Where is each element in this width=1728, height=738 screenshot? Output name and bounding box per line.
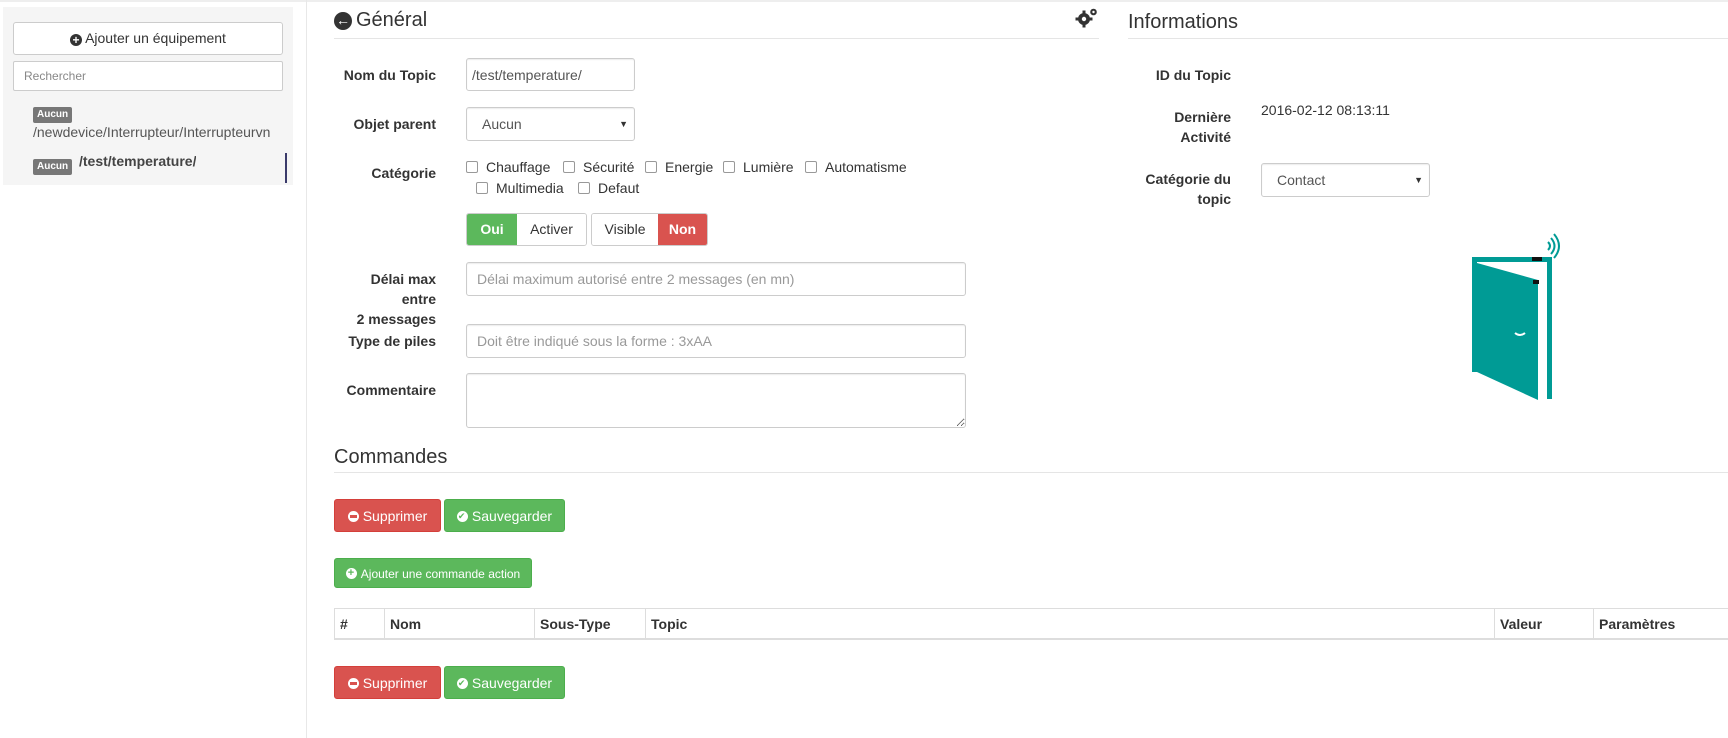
table-header-value: Valeur xyxy=(1494,609,1593,639)
comment-textarea[interactable] xyxy=(466,373,966,428)
commands-table: # Nom Sous-Type Topic Valeur Paramètres xyxy=(334,608,1728,640)
minus-circle-icon xyxy=(347,511,359,522)
table-header-topic: Topic xyxy=(645,609,1494,639)
arrow-circle-left-icon[interactable]: ← xyxy=(334,12,352,30)
check-circle-icon xyxy=(456,676,468,690)
general-title-text: Général xyxy=(356,9,428,31)
top-border xyxy=(0,0,1728,2)
delete-label: Supprimer xyxy=(362,675,428,691)
checkbox-icon[interactable] xyxy=(476,182,488,194)
topic-name-label: Nom du Topic xyxy=(343,67,436,83)
checkbox-icon[interactable] xyxy=(805,161,817,173)
visible-toggle[interactable]: Visible Non xyxy=(591,213,708,246)
equipment-path: /newdevice/Interrupteur/Interrupteurvn xyxy=(33,124,271,140)
category-checkbox-securite[interactable]: Sécurité xyxy=(563,158,634,176)
add-action-command-button[interactable]: Ajouter une commande action xyxy=(334,558,532,588)
visible-no-button[interactable]: Non xyxy=(658,214,707,245)
delete-button[interactable]: Supprimer xyxy=(334,499,441,532)
object-badge: Aucun xyxy=(33,107,73,123)
checkbox-label: Multimedia xyxy=(496,180,564,196)
category-checkbox-automatisme[interactable]: Automatisme xyxy=(805,158,907,176)
table-header-name: Nom xyxy=(384,609,534,639)
category-checkbox-multimedia[interactable]: Multimedia xyxy=(476,179,564,197)
checkbox-label: Lumière xyxy=(743,159,794,175)
max-delay-input[interactable] xyxy=(466,262,966,296)
delete-label: Supprimer xyxy=(362,508,428,524)
checkbox-icon[interactable] xyxy=(563,161,575,173)
chevron-down-icon: ▼ xyxy=(1414,175,1423,185)
last-activity-label-line2: Activité xyxy=(1180,129,1231,145)
checkbox-icon[interactable] xyxy=(723,161,735,173)
equipment-item[interactable]: Aucun /newdevice/Interrupteur/Interrupte… xyxy=(33,104,287,140)
parent-object-select[interactable]: Aucun ▼ xyxy=(466,107,635,141)
parent-object-value: Aucun xyxy=(482,116,522,132)
category-checkbox-energie[interactable]: Energie xyxy=(645,158,713,176)
save-label: Sauvegarder xyxy=(471,508,553,524)
check-circle-icon xyxy=(456,509,468,523)
general-divider xyxy=(334,38,1099,39)
checkbox-icon[interactable] xyxy=(645,161,657,173)
battery-type-input[interactable] xyxy=(466,324,966,358)
last-activity-label-line1: Dernière xyxy=(1174,109,1231,125)
sidebar: +Ajouter un équipement Aucun /newdevice/… xyxy=(3,7,293,185)
topic-category-select[interactable]: Contact ▼ xyxy=(1261,163,1430,197)
table-header-index: # xyxy=(334,609,384,639)
enable-toggle[interactable]: Oui Activer xyxy=(466,213,587,246)
parent-object-label: Objet parent xyxy=(353,116,436,132)
chevron-down-icon: ▼ xyxy=(619,119,628,129)
search-input[interactable] xyxy=(13,61,283,91)
sidebar-separator xyxy=(306,0,307,738)
category-checkbox-lumiere[interactable]: Lumière xyxy=(723,158,794,176)
topic-category-label-line1: Catégorie du xyxy=(1145,171,1231,187)
checkbox-icon[interactable] xyxy=(578,182,590,194)
topic-name-input[interactable] xyxy=(466,58,635,91)
save-label: Sauvegarder xyxy=(471,675,553,691)
max-delay-label-line1: Délai max entre xyxy=(370,271,436,307)
delete-button-bottom[interactable]: Supprimer xyxy=(334,666,441,699)
informations-title: Informations xyxy=(1128,11,1239,33)
object-badge: Aucun xyxy=(33,159,73,175)
checkbox-label: Sécurité xyxy=(583,159,635,175)
topic-category-label: Catégorie du topic xyxy=(1128,169,1231,209)
commands-divider xyxy=(334,472,1728,473)
battery-type-label: Type de piles xyxy=(348,333,436,349)
checkbox-label: Defaut xyxy=(598,180,640,196)
table-header-parameters: Paramètres xyxy=(1593,609,1728,639)
equipment-path: /test/temperature/ xyxy=(79,153,197,169)
comment-label: Commentaire xyxy=(346,382,436,398)
commands-title: Commandes xyxy=(334,446,448,468)
topic-category-value: Contact xyxy=(1277,172,1326,188)
plus-circle-icon: + xyxy=(70,34,83,46)
last-activity-label: Dernière Activité xyxy=(1128,107,1231,147)
enable-label-button[interactable]: Activer xyxy=(517,214,586,245)
max-delay-label: Délai max entre 2 messages xyxy=(334,269,436,329)
category-checkbox-chauffage[interactable]: Chauffage xyxy=(466,158,550,176)
max-delay-label-line2: 2 messages xyxy=(356,311,436,327)
informations-divider xyxy=(1128,38,1728,39)
category-checkbox-defaut[interactable]: Defaut xyxy=(578,179,639,197)
save-button-bottom[interactable]: Sauvegarder xyxy=(444,666,565,699)
checkbox-label: Automatisme xyxy=(825,159,907,175)
equipment-item-active[interactable]: Aucun /test/temperature/ xyxy=(33,153,287,183)
general-title: ← Général xyxy=(334,9,427,32)
checkbox-icon[interactable] xyxy=(466,161,478,173)
checkbox-label: Energie xyxy=(665,159,714,175)
topic-id-label: ID du Topic xyxy=(1155,67,1231,83)
add-equipment-button[interactable]: + Ajouter un équipement xyxy=(13,22,283,55)
enable-yes-button[interactable]: Oui xyxy=(467,214,517,245)
add-equipment-label: Ajouter un équipement xyxy=(85,30,226,46)
last-activity-value: 2016-02-12 08:13:11 xyxy=(1261,102,1390,118)
door-open-icon xyxy=(1472,233,1560,400)
visible-label-button[interactable]: Visible xyxy=(592,214,658,245)
gears-icon[interactable] xyxy=(1075,7,1099,29)
add-action-command-label: Ajouter une commande action xyxy=(360,567,521,581)
category-label: Catégorie xyxy=(371,165,436,181)
save-button[interactable]: Sauvegarder xyxy=(444,499,565,532)
plus-circle-icon xyxy=(345,566,357,580)
checkbox-label: Chauffage xyxy=(486,159,551,175)
topic-category-label-line2: topic xyxy=(1197,191,1231,207)
minus-circle-icon xyxy=(347,678,359,689)
table-header-subtype: Sous-Type xyxy=(534,609,645,639)
